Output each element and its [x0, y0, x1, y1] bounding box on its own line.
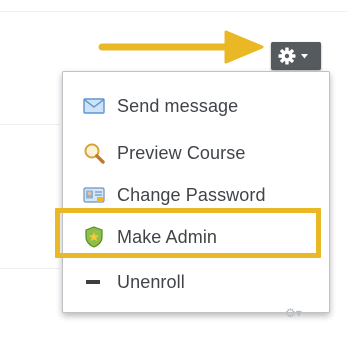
- gear-icon: [278, 47, 308, 65]
- magnifier-icon: [83, 142, 105, 164]
- screen: Send message Preview Course Change Passw…: [0, 0, 347, 346]
- actions-dropdown-menu: Send message Preview Course Change Passw…: [62, 71, 330, 313]
- shield-star-icon: [83, 226, 105, 248]
- id-card-icon: [83, 184, 105, 206]
- menu-item-change-password[interactable]: Change Password: [63, 175, 329, 215]
- menu-item-label: Change Password: [117, 184, 266, 205]
- caret-down-icon: [301, 54, 308, 59]
- menu-item-make-admin[interactable]: Make Admin: [63, 217, 329, 257]
- menu-item-preview-course[interactable]: Preview Course: [63, 133, 329, 173]
- table-divider: [0, 124, 60, 125]
- menu-item-unenroll[interactable]: Unenroll: [63, 262, 329, 302]
- table-divider: [0, 11, 347, 12]
- menu-item-label: Preview Course: [117, 142, 246, 163]
- table-divider: [0, 268, 60, 269]
- menu-item-label: Send message: [117, 95, 239, 116]
- minus-icon: [83, 271, 105, 293]
- gear-icon: ⚙▾: [285, 306, 302, 320]
- envelope-icon: [83, 95, 105, 117]
- menu-item-label: Make Admin: [117, 226, 218, 247]
- actions-gear-button[interactable]: [271, 42, 321, 70]
- menu-item-label: Unenroll: [117, 271, 185, 292]
- menu-item-send-message[interactable]: Send message: [63, 86, 329, 126]
- pointer-arrow-icon: [98, 30, 264, 64]
